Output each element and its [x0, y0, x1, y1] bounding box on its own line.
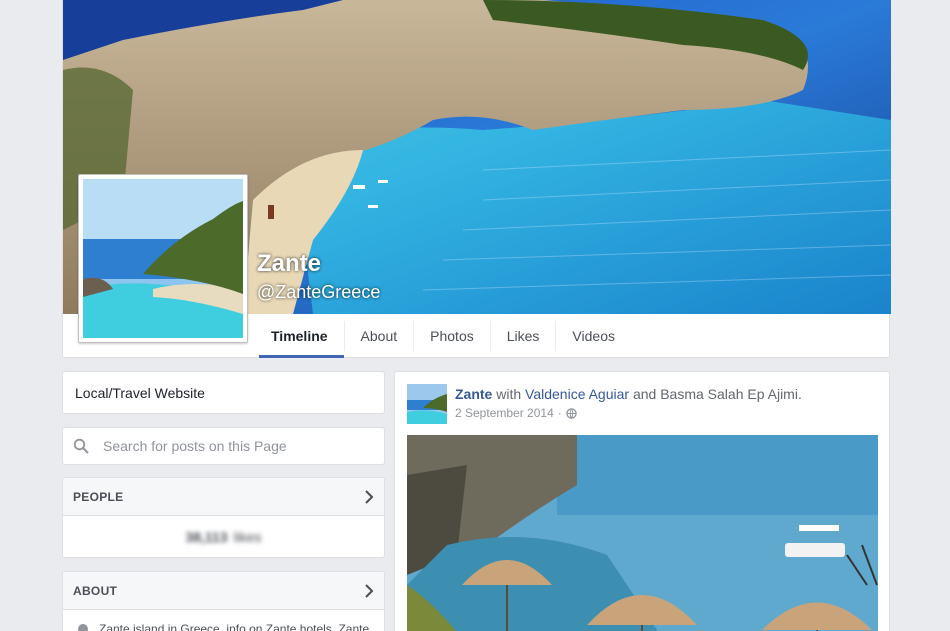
post-meta: 2 September 2014 ·	[455, 406, 577, 420]
tab-videos[interactable]: Videos	[556, 321, 631, 351]
tab-timeline[interactable]: Timeline	[255, 321, 345, 358]
info-icon	[78, 624, 88, 631]
about-description: Zante island in Greece, info on Zante ho…	[63, 610, 384, 631]
post-date[interactable]: 2 September 2014	[455, 406, 554, 420]
about-header[interactable]: ABOUT	[63, 572, 384, 610]
tab-about[interactable]: About	[345, 321, 415, 351]
with-word: with	[496, 386, 522, 402]
globe-icon[interactable]	[566, 407, 577, 419]
page-title[interactable]: Zante	[257, 250, 321, 278]
timeline-post: Zante with Valdenice Aguiar and Basma Sa…	[394, 371, 890, 631]
page-header: Zante @ZanteGreece Timeline About Photos…	[62, 0, 891, 358]
about-text: Zante island in Greece, info on Zante ho…	[99, 622, 370, 631]
tagged-user-2[interactable]: Basma Salah Ep Ajimi.	[660, 386, 802, 402]
tagged-user[interactable]: Valdenice Aguiar	[525, 386, 629, 402]
profile-picture[interactable]	[78, 174, 248, 343]
post-author[interactable]: Zante	[455, 386, 492, 402]
likes-count: 38,113 likes	[63, 516, 384, 558]
about-heading: ABOUT	[73, 583, 118, 598]
about-section: ABOUT Zante island in Greece, info on Za…	[62, 571, 385, 631]
page-tabs: Timeline About Photos Likes Videos	[255, 314, 631, 358]
search-input[interactable]	[103, 438, 373, 454]
page-post-search	[62, 427, 385, 465]
tab-photos[interactable]: Photos	[414, 321, 491, 351]
search-icon	[73, 438, 89, 454]
people-header[interactable]: PEOPLE	[63, 478, 384, 516]
meta-separator: ·	[557, 406, 562, 420]
post-header: Zante with Valdenice Aguiar and Basma Sa…	[455, 386, 802, 402]
likes-number: 38,113	[185, 529, 228, 545]
chevron-right-icon[interactable]	[364, 489, 374, 504]
page-handle[interactable]: @ZanteGreece	[257, 282, 380, 303]
tab-likes[interactable]: Likes	[491, 321, 557, 351]
avatar[interactable]	[407, 384, 447, 424]
likes-label: likes	[233, 529, 262, 545]
post-photo[interactable]	[407, 435, 878, 631]
page-category[interactable]: Local/Travel Website	[62, 371, 385, 414]
people-section: PEOPLE 38,113 likes	[62, 477, 385, 558]
chevron-right-icon[interactable]	[364, 583, 374, 598]
people-heading: PEOPLE	[73, 489, 124, 504]
and-word: and	[632, 386, 657, 402]
